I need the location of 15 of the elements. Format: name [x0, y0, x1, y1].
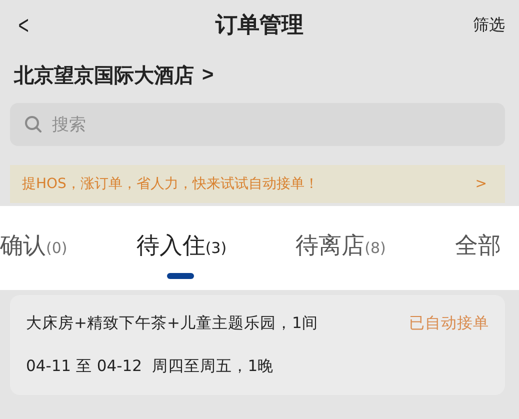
banner-text: 提HOS，涨订单，省人力，快来试试自动接单！ [22, 175, 318, 193]
stay-dates: 04-11 至 04-12 周四至周五，1晚 [26, 356, 275, 377]
hotel-selector[interactable]: 北京望京国际大酒店 > [14, 60, 214, 90]
tab[interactable]: 待入住(3) [136, 216, 227, 280]
filter-button[interactable]: 筛选 [473, 14, 505, 36]
back-button[interactable]: < [18, 10, 29, 40]
room-text: 大床房+精致下午茶+儿童主题乐园，1间 [26, 313, 318, 334]
tab[interactable]: 确认(0) [0, 216, 68, 280]
chevron-icon: > [475, 176, 487, 192]
search-field[interactable]: 搜索 [10, 103, 505, 146]
order-card[interactable]: 大床房+精致下午茶+儿童主题乐园，1间 已自动接单 04-11 至 04-12 周四至周五，1晚 [10, 295, 505, 395]
order-status: 已自动接单 [409, 313, 489, 334]
tab[interactable]: 待离店(8) [296, 216, 386, 280]
tab[interactable]: 全部 [454, 216, 501, 280]
page-title: 订单管理 [216, 12, 304, 40]
